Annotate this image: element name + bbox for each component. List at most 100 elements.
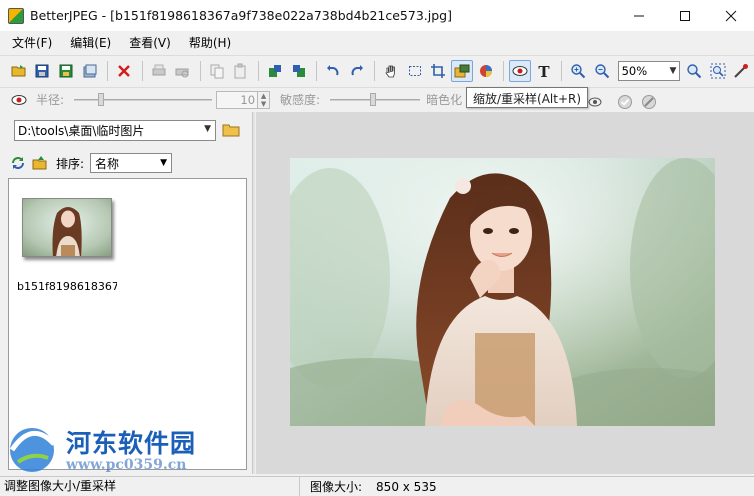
slider-thumb[interactable] bbox=[98, 92, 105, 106]
cancel-button[interactable] bbox=[638, 91, 660, 113]
refresh-icon bbox=[12, 157, 24, 169]
zoom-select[interactable]: 50% ▼ bbox=[617, 61, 681, 81]
folder-path-value: D:\tools\桌面\临时图片 bbox=[18, 124, 145, 138]
minimize-button[interactable] bbox=[616, 0, 662, 31]
tooltip: 缩放/重采样(Alt+R) bbox=[466, 87, 589, 108]
print-preview-icon bbox=[175, 68, 189, 78]
crop-button[interactable] bbox=[428, 60, 450, 82]
svg-text:T: T bbox=[538, 63, 550, 79]
tool-options-bar: 半径: 10 ▲ ▼ 敏感度: 暗色化 bbox=[0, 87, 754, 111]
sort-value: 名称 bbox=[95, 156, 120, 171]
menu-help[interactable]: 帮助(H) bbox=[189, 34, 231, 51]
red-eye-tool-button[interactable] bbox=[8, 89, 30, 111]
apply-button[interactable] bbox=[614, 91, 636, 113]
batch-icon bbox=[83, 64, 97, 78]
zoom-actual-icon bbox=[687, 64, 702, 79]
resize-resample-button[interactable] bbox=[451, 60, 473, 82]
color-ball-icon bbox=[479, 65, 492, 77]
zoom-in-icon bbox=[571, 64, 586, 79]
zoom-fit-icon bbox=[710, 63, 726, 79]
zoom-out-button[interactable] bbox=[591, 60, 613, 82]
print-button[interactable] bbox=[148, 60, 170, 82]
thumbnail-photo bbox=[23, 199, 111, 256]
select-tool-button[interactable] bbox=[404, 60, 426, 82]
up-folder-button[interactable] bbox=[30, 153, 50, 173]
zoom-actual-button[interactable] bbox=[683, 60, 705, 82]
slider-thumb[interactable] bbox=[370, 92, 377, 106]
hand-icon bbox=[385, 65, 396, 78]
thumbnail-item[interactable]: b151f8198618367... bbox=[17, 185, 117, 295]
toolbar-separator bbox=[374, 61, 376, 81]
hand-tool-button[interactable] bbox=[380, 60, 402, 82]
watermark-logo bbox=[9, 428, 56, 472]
rotate-right-icon bbox=[292, 65, 305, 77]
print-preview-button[interactable] bbox=[171, 60, 193, 82]
panel-splitter[interactable] bbox=[252, 112, 255, 474]
rotate-left-button[interactable] bbox=[264, 60, 286, 82]
chevron-down-icon: ▼ bbox=[160, 158, 168, 168]
watermark-url: www.pc0359.cn bbox=[66, 457, 187, 473]
toolbar-separator bbox=[503, 61, 505, 81]
menu-bar: 文件(F) 编辑(E) 查看(V) 帮助(H) bbox=[0, 31, 754, 53]
undo-icon bbox=[327, 65, 339, 76]
eye-slash-icon bbox=[588, 97, 602, 107]
save-as-button[interactable] bbox=[55, 60, 77, 82]
copy-button[interactable] bbox=[206, 60, 228, 82]
text-tool-button[interactable]: T bbox=[533, 60, 555, 82]
thumbnail-image[interactable] bbox=[22, 198, 112, 257]
print-icon bbox=[152, 64, 166, 76]
sort-label: 排序: bbox=[56, 156, 85, 171]
undo-button[interactable] bbox=[322, 60, 344, 82]
delete-button[interactable] bbox=[113, 60, 135, 82]
browse-folder-button[interactable] bbox=[222, 122, 240, 138]
settings-button[interactable] bbox=[731, 60, 753, 82]
radius-spinner[interactable]: ▲ ▼ bbox=[258, 90, 271, 109]
eye-icon bbox=[11, 94, 27, 105]
image-size-label: 图像大小: bbox=[310, 480, 363, 494]
red-eye-button[interactable] bbox=[509, 60, 531, 82]
sort-select[interactable]: 名称 ▼ bbox=[90, 153, 173, 173]
status-hint: 调整图像大小/重采样 bbox=[0, 476, 300, 496]
cancel-circle-icon bbox=[642, 95, 656, 109]
zoom-in-button[interactable] bbox=[567, 60, 589, 82]
status-bar: 调整图像大小/重采样 图像大小: 850 x 535 bbox=[0, 476, 754, 496]
image-canvas[interactable] bbox=[256, 112, 754, 474]
toolbar-separator bbox=[316, 61, 318, 81]
chevron-down-icon: ▼ bbox=[204, 124, 211, 134]
save-button[interactable] bbox=[32, 60, 54, 82]
open-button[interactable] bbox=[8, 60, 30, 82]
sensitivity-slider[interactable] bbox=[330, 92, 421, 108]
zoom-fit-button[interactable] bbox=[707, 60, 729, 82]
toolbar-separator bbox=[200, 61, 201, 81]
refresh-button[interactable] bbox=[8, 153, 28, 173]
menu-edit[interactable]: 编辑(E) bbox=[70, 34, 111, 51]
rotate-right-button[interactable] bbox=[288, 60, 310, 82]
selection-rect-icon bbox=[408, 66, 421, 76]
spin-up-icon[interactable]: ▲ bbox=[261, 92, 266, 100]
spin-down-icon[interactable]: ▼ bbox=[261, 100, 266, 108]
paste-icon bbox=[234, 63, 246, 79]
folder-path-combo[interactable]: D:\tools\桌面\临时图片 ▼ bbox=[14, 120, 216, 141]
paste-button[interactable] bbox=[230, 60, 252, 82]
app-icon bbox=[8, 7, 24, 24]
radius-label: 半径: bbox=[36, 93, 65, 107]
folder-icon bbox=[222, 124, 240, 137]
image-preview[interactable] bbox=[290, 158, 715, 426]
radius-slider[interactable] bbox=[74, 92, 213, 108]
resize-icon bbox=[454, 64, 470, 78]
title-bar: BetterJPEG - [b151f8198618367a9f738e022a… bbox=[0, 0, 754, 31]
maximize-button[interactable] bbox=[662, 0, 708, 31]
redo-button[interactable] bbox=[346, 60, 368, 82]
batch-button[interactable] bbox=[79, 60, 101, 82]
menu-file[interactable]: 文件(F) bbox=[12, 34, 52, 51]
chevron-down-icon: ▼ bbox=[669, 66, 677, 76]
close-button[interactable] bbox=[708, 0, 754, 31]
color-button[interactable] bbox=[475, 60, 497, 82]
watermark: 河东软件园 www.pc0359.cn bbox=[4, 420, 214, 478]
radius-input[interactable]: 10 bbox=[216, 90, 259, 109]
menu-view[interactable]: 查看(V) bbox=[129, 34, 171, 51]
watermark-name: 河东软件园 bbox=[66, 429, 197, 458]
thumbnail-caption: b151f8198618367... bbox=[17, 280, 117, 293]
zoom-value: 50% bbox=[621, 64, 648, 78]
copy-icon bbox=[210, 64, 224, 79]
